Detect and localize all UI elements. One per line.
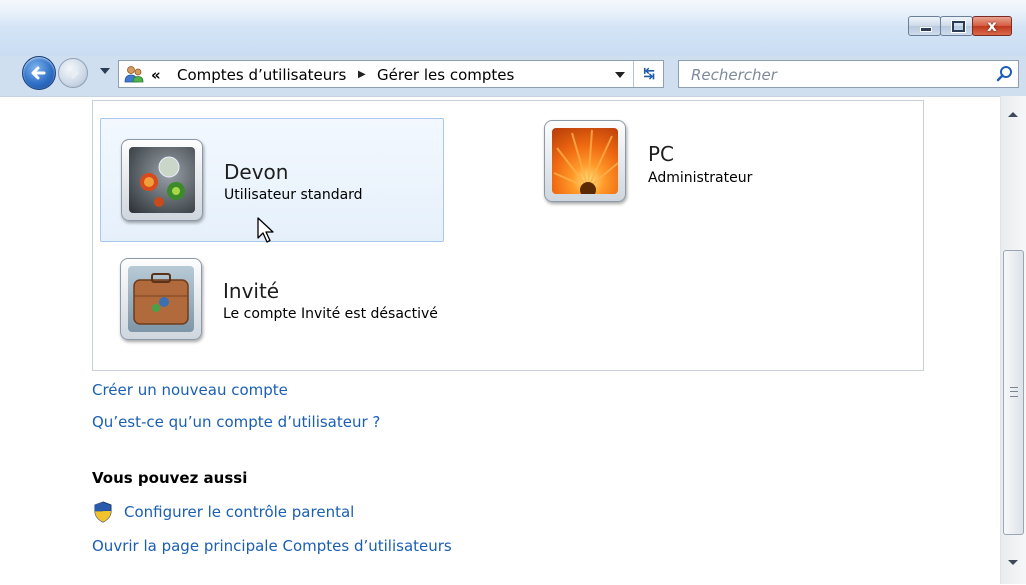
scroll-down-arrow-icon[interactable]	[1008, 560, 1018, 565]
account-name: Devon	[224, 160, 289, 184]
account-picture	[120, 258, 202, 340]
scrollbar-thumb[interactable]	[1003, 250, 1024, 535]
account-tile-pc[interactable]: PC Administrateur	[540, 118, 840, 208]
address-dropdown[interactable]	[615, 72, 625, 78]
account-picture	[544, 120, 626, 202]
account-role: Administrateur	[648, 170, 753, 186]
uac-shield-icon	[94, 501, 112, 523]
address-bar[interactable]: « Comptes d’utilisateurs ▶ Gérer les com…	[118, 60, 664, 88]
search-placeholder: Rechercher	[691, 66, 777, 84]
suitcase-image	[133, 273, 189, 325]
title-bar[interactable]: x	[0, 0, 1026, 56]
account-name: Invité	[223, 279, 280, 303]
scroll-up-arrow-icon[interactable]	[1008, 112, 1018, 117]
what-is-account-link[interactable]: Qu’est-ce qu’un compte d’utilisateur ?	[92, 413, 380, 431]
also-heading: Vous pouvez aussi	[92, 469, 248, 487]
close-icon: x	[987, 17, 997, 35]
breadcrumb-user-accounts[interactable]: Comptes d’utilisateurs	[177, 66, 346, 84]
account-role: Utilisateur standard	[224, 187, 363, 203]
account-tile-guest[interactable]: Invité Le compte Invité est désactivé	[100, 250, 480, 346]
minimize-button[interactable]	[908, 16, 941, 36]
forward-button[interactable]	[58, 58, 88, 88]
recent-pages-dropdown[interactable]	[100, 68, 110, 74]
caption-buttons: x	[908, 16, 1012, 36]
search-box[interactable]: Rechercher	[678, 60, 1019, 88]
breadcrumb-manage-accounts[interactable]: Gérer les comptes	[377, 66, 514, 84]
main-page-link[interactable]: Ouvrir la page principale Comptes d’util…	[92, 537, 452, 555]
breadcrumb-overflow[interactable]: «	[151, 66, 161, 84]
users-icon	[124, 66, 144, 83]
refresh-icon[interactable]: ↹	[633, 61, 664, 87]
account-role: Le compte Invité est désactivé	[223, 306, 438, 322]
orange-flower-image	[553, 129, 618, 194]
navigation-bar: « Comptes d’utilisateurs ▶ Gérer les com…	[0, 56, 1026, 96]
account-picture	[121, 139, 203, 221]
parental-control-link[interactable]: Configurer le contrôle parental	[124, 503, 354, 521]
chevron-right-icon[interactable]: ▶	[358, 69, 366, 80]
mouse-cursor-icon	[257, 217, 274, 243]
search-icon[interactable]	[996, 65, 1014, 83]
grip-icon	[1010, 387, 1018, 397]
account-name: PC	[648, 142, 675, 166]
maximize-button[interactable]	[940, 16, 973, 36]
back-button[interactable]	[22, 56, 56, 90]
close-button[interactable]: x	[972, 16, 1012, 36]
arrow-left-icon	[31, 66, 46, 80]
vertical-scrollbar[interactable]	[1000, 96, 1026, 584]
chess-pieces-image	[140, 156, 185, 207]
create-account-link[interactable]: Créer un nouveau compte	[92, 381, 288, 399]
user-accounts-window: x « Comptes d’utilisateurs ▶ Gérer les c…	[0, 0, 1026, 585]
arrow-right-icon	[65, 67, 79, 79]
